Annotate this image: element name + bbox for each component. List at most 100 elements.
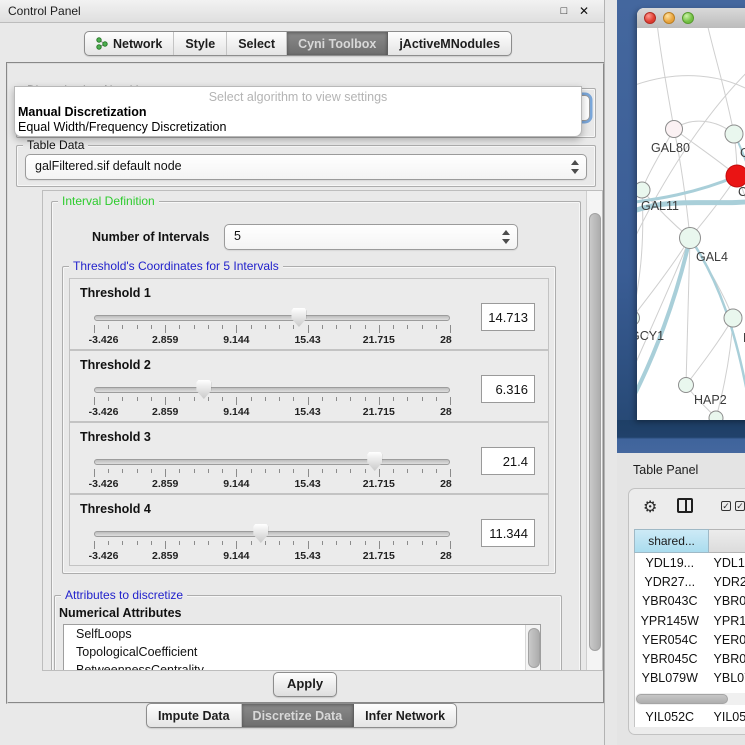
network-canvas[interactable]: GAL80GACGAL11GAL4GCY1HHAP2 [637, 28, 745, 420]
threshold-value-field[interactable]: 21.4 [481, 447, 535, 475]
table-row[interactable]: YBL079WYBL079 [635, 669, 745, 688]
number-of-intervals-combo[interactable]: 5 [224, 224, 518, 250]
close-window-icon[interactable] [644, 12, 656, 24]
cell-shared-name[interactable]: YBR045C [635, 652, 705, 666]
cell-name[interactable]: YPR145 [705, 614, 745, 628]
tick-label: 2.859 [152, 406, 178, 418]
tab-jactivemnodules[interactable]: jActiveMNodules [388, 32, 511, 55]
checkbox-icon[interactable]: ✓ [721, 501, 731, 511]
cell-shared-name[interactable]: YER054C [635, 633, 705, 647]
tab-discretize-data[interactable]: Discretize Data [242, 704, 355, 727]
tick-mark [379, 325, 380, 333]
slider-track[interactable] [94, 387, 450, 393]
table-row[interactable]: YIL052CYIL052 [635, 707, 745, 726]
network-node-GAL80[interactable] [666, 121, 683, 138]
cell-shared-name[interactable]: YBL079W [635, 671, 705, 685]
threshold-value-field[interactable]: 11.344 [481, 519, 535, 547]
tick-mark [308, 541, 309, 549]
float-window-icon[interactable]: □ [556, 3, 572, 19]
tick-mark [365, 325, 366, 329]
tick-mark [165, 469, 166, 477]
network-edge[interactable] [642, 129, 674, 190]
cell-shared-name[interactable]: YDL19... [635, 556, 705, 570]
tick-mark [322, 541, 323, 545]
tab-infer-network[interactable]: Infer Network [354, 704, 456, 727]
network-node-red-node[interactable] [726, 165, 745, 187]
table-data-combo[interactable]: galFiltered.sif default node [25, 154, 587, 180]
zoom-window-icon[interactable] [682, 12, 694, 24]
table-horizontal-scrollbar[interactable] [635, 693, 745, 705]
algorithm-hint-item[interactable]: Select algorithm to view settings [15, 90, 581, 104]
table-data-group: Table Data galFiltered.sif default node [16, 145, 596, 187]
table-row[interactable]: YPR145WYPR145 [635, 611, 745, 630]
settings-vertical-scrollbar[interactable] [586, 191, 602, 670]
network-node-GAL4[interactable] [680, 228, 701, 249]
slider-track[interactable] [94, 459, 450, 465]
network-node-GA[interactable] [725, 125, 743, 143]
table-row[interactable]: YBR043CYBR043 [635, 592, 745, 611]
table-scrollbar-thumb[interactable] [636, 694, 728, 704]
network-edge[interactable] [637, 76, 745, 98]
table-row[interactable]: YDL19...YDL19 [635, 553, 745, 572]
checkbox-icon[interactable]: ✓ [735, 501, 745, 511]
cell-name[interactable]: YBL079 [705, 671, 745, 685]
attribute-list-item[interactable]: BetweennessCentrality [64, 661, 540, 671]
threshold-slider[interactable]: -3.4262.8599.14415.4321.71528 [94, 453, 450, 487]
column-header-name[interactable]: na [709, 529, 745, 553]
tick-mark [137, 541, 138, 545]
cell-name[interactable]: YIL052 [705, 710, 745, 724]
threshold-value-field[interactable]: 6.316 [481, 375, 535, 403]
slider-track[interactable] [94, 315, 450, 321]
threshold-slider[interactable]: -3.4262.8599.14415.4321.71528 [94, 309, 450, 343]
tab-style[interactable]: Style [174, 32, 227, 55]
algorithm-item-manual[interactable]: Manual Discretization [18, 105, 147, 119]
attributes-list-scrollbar[interactable] [525, 625, 540, 671]
tick-mark [279, 541, 280, 545]
network-node-H[interactable] [724, 309, 742, 327]
cell-name[interactable]: YDL19 [705, 556, 745, 570]
tab-impute-data[interactable]: Impute Data [147, 704, 242, 727]
threshold-value-field[interactable]: 14.713 [481, 303, 535, 331]
tick-mark [236, 541, 237, 549]
cell-shared-name[interactable]: YBR043C [635, 594, 705, 608]
table-row[interactable]: YDR27...YDR27 [635, 572, 745, 591]
cell-name[interactable]: YER054 [705, 633, 745, 647]
threshold-slider[interactable]: -3.4262.8599.14415.4321.71528 [94, 525, 450, 559]
network-node-GCY1[interactable] [637, 311, 640, 326]
split-columns-icon[interactable] [677, 498, 693, 513]
table-row[interactable]: YBR045CYBR045 [635, 649, 745, 668]
network-edge[interactable] [707, 28, 734, 134]
cell-shared-name[interactable]: YIL052C [635, 710, 705, 724]
attribute-list-item[interactable]: SelfLoops [64, 625, 540, 643]
network-edge[interactable] [637, 238, 690, 318]
settings-scrollbar-thumb[interactable] [589, 213, 601, 651]
minimize-window-icon[interactable] [663, 12, 675, 24]
network-node-GAL11[interactable] [637, 182, 650, 198]
table-row[interactable]: YER054CYER054 [635, 630, 745, 649]
network-window-titlebar[interactable] [637, 8, 745, 29]
network-edge[interactable] [637, 58, 745, 254]
cell-name[interactable]: YBR043 [705, 594, 745, 608]
attribute-list-item[interactable]: TopologicalCoefficient [64, 643, 540, 661]
apply-button[interactable]: Apply [273, 672, 337, 697]
tick-mark [322, 325, 323, 329]
tab-cyni-toolbox[interactable]: Cyni Toolbox [287, 32, 388, 55]
algorithm-item-equal-width[interactable]: Equal Width/Frequency Discretization [18, 120, 226, 134]
cell-name[interactable]: YBR045 [705, 652, 745, 666]
network-node-node-bottom[interactable] [709, 411, 723, 420]
gear-icon[interactable]: ⚙ [643, 497, 657, 516]
slider-track[interactable] [94, 531, 450, 537]
cell-shared-name[interactable]: YDR27... [635, 575, 705, 589]
cell-name[interactable]: YDR27 [705, 575, 745, 589]
attributes-scrollbar-thumb[interactable] [528, 628, 540, 668]
tab-select[interactable]: Select [227, 32, 287, 55]
cell-shared-name[interactable]: YPR145W [635, 614, 705, 628]
tick-label: 15.43 [294, 478, 320, 490]
network-node-HAP2[interactable] [679, 378, 694, 393]
close-panel-icon[interactable]: ✕ [576, 3, 592, 19]
tab-network[interactable]: Network [85, 32, 174, 55]
tick-label: 15.43 [294, 406, 320, 418]
tick-mark [293, 541, 294, 545]
column-header-shared[interactable]: shared... [634, 529, 709, 553]
threshold-slider[interactable]: -3.4262.8599.14415.4321.71528 [94, 381, 450, 415]
